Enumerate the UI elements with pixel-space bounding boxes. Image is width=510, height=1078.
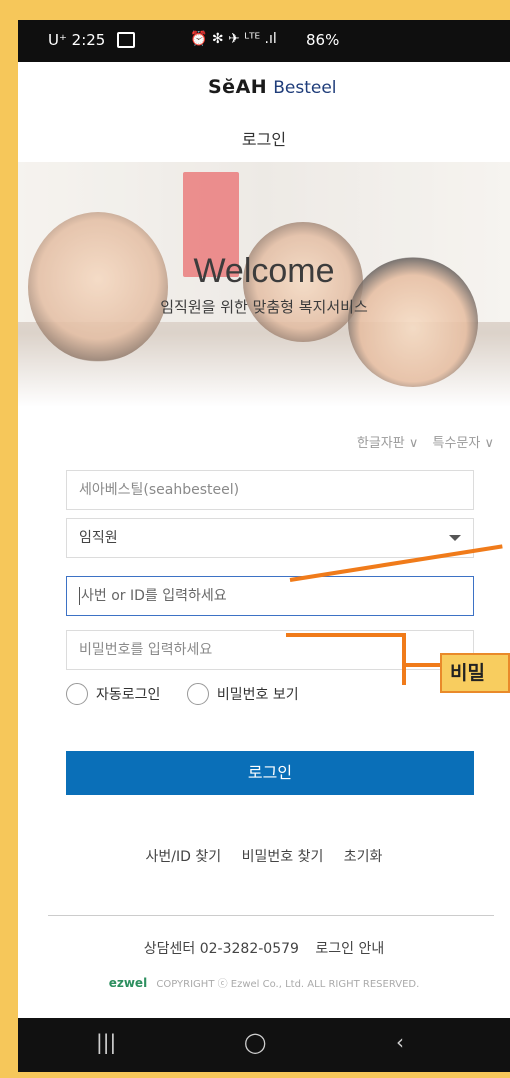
contact-info: 상담센터 02-3282-0579 로그인 안내 — [18, 938, 510, 958]
id-placeholder: 사번 or ID를 입력하세요 — [81, 588, 227, 604]
annotation-arrow-password-to-box — [402, 663, 442, 667]
status-time: U⁺ 2:25 — [48, 31, 106, 49]
brand-light: Besteel — [273, 78, 337, 98]
login-button[interactable]: 로그인 — [66, 751, 474, 795]
recent-apps-icon[interactable]: ||| — [96, 1030, 116, 1054]
login-guide-link[interactable]: 로그인 안내 — [315, 941, 384, 957]
find-links: 사번/ID 찾기 비밀번호 찾기 초기화 — [18, 846, 510, 866]
footer-divider — [48, 915, 494, 916]
android-nav-bar: ||| ◯ ‹ — [18, 1018, 510, 1072]
brand-logo[interactable]: SĕAH Besteel — [208, 76, 337, 98]
user-type-value: 임직원 — [79, 530, 118, 546]
annotation-arrow-password — [286, 633, 406, 637]
keyboard-links: 한글자판 ∨ 특수문자 ∨ — [347, 432, 494, 451]
ezwel-logo: ezwel — [108, 976, 148, 990]
status-icons: ⏰ ✻ ✈ ᴸᵀᴱ .ıl — [190, 31, 277, 47]
id-input[interactable]: 사번 or ID를 입력하세요 — [66, 576, 474, 616]
title-bar: 로그인 — [18, 112, 510, 162]
find-password-link[interactable]: 비밀번호 찾기 — [242, 849, 324, 865]
annotation-label-box: 비밀 — [440, 653, 510, 693]
welcome-subtitle: 임직원을 위한 맞춤형 복지서비스 — [160, 298, 368, 316]
text-cursor — [79, 587, 80, 605]
password-placeholder: 비밀번호를 입력하세요 — [79, 642, 213, 658]
user-type-select[interactable]: 임직원 — [66, 518, 474, 558]
logo-bar: SĕAH Besteel — [18, 62, 510, 113]
brand-bold: SĕAH — [208, 76, 268, 98]
hangul-keyboard-link[interactable]: 한글자판 ∨ — [357, 436, 419, 451]
reset-link[interactable]: 초기화 — [344, 849, 383, 865]
copyright-text: COPYRIGHT ⓒ Ezwel Co., Ltd. ALL RIGHT RE… — [156, 979, 420, 990]
phone-screen: U⁺ 2:25 ⏰ ✻ ✈ ᴸᵀᴱ .ıl 86% SĕAH Besteel 로… — [18, 20, 510, 1072]
chevron-down-icon — [449, 535, 461, 541]
special-chars-link[interactable]: 특수문자 ∨ — [433, 436, 495, 451]
copyright: ezwel COPYRIGHT ⓒ Ezwel Co., Ltd. ALL RI… — [18, 975, 510, 990]
gallery-icon — [117, 32, 135, 48]
home-icon[interactable]: ◯ — [244, 1030, 266, 1054]
back-icon[interactable]: ‹ — [396, 1030, 404, 1054]
annotation-arrow-password-vertical — [402, 633, 406, 685]
welcome-heading: Welcome — [193, 252, 335, 290]
contact-number[interactable]: 상담센터 02-3282-0579 — [144, 941, 299, 957]
company-field[interactable]: 세아베스틸(seahbesteel) — [66, 470, 474, 510]
show-password-radio[interactable] — [186, 683, 209, 705]
company-value: 세아베스틸(seahbesteel) — [79, 482, 240, 498]
hero-banner: Welcome 임직원을 위한 맞춤형 복지서비스 — [18, 162, 510, 407]
battery-level: 86% — [306, 31, 340, 49]
find-id-link[interactable]: 사번/ID 찾기 — [146, 849, 222, 865]
auto-login-radio[interactable] — [66, 683, 88, 705]
auto-login-label[interactable]: 자동로그인 — [96, 687, 160, 703]
login-options: 자동로그인 비밀번호 보기 — [66, 683, 321, 705]
page-title: 로그인 — [241, 130, 287, 149]
show-password-label[interactable]: 비밀번호 보기 — [217, 687, 299, 703]
status-bar: U⁺ 2:25 ⏰ ✻ ✈ ᴸᵀᴱ .ıl 86% — [18, 20, 510, 62]
